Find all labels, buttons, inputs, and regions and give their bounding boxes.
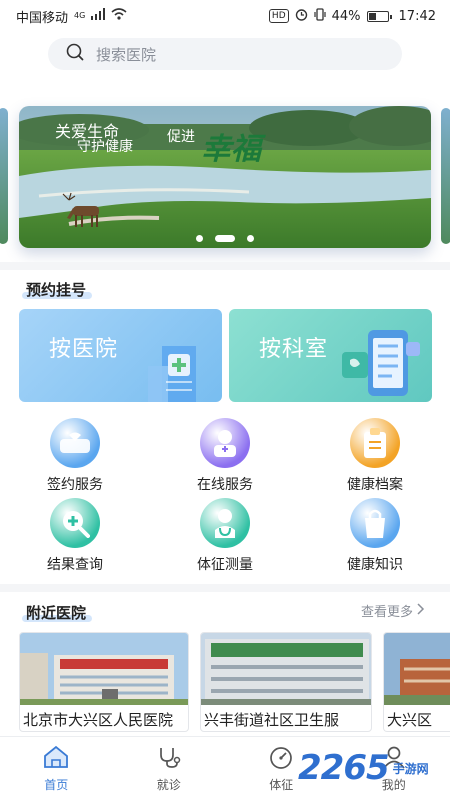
banner-prev-peek[interactable] [0, 108, 8, 244]
carrier-label: 中国移动 [16, 10, 69, 26]
carousel-dot[interactable] [247, 235, 254, 242]
status-bar: 中国移动 4G HD 44% 17:42 [0, 0, 450, 32]
by-department-label: 按科室 [259, 337, 329, 362]
hospital-card[interactable]: 北京市大兴区人民医院 [19, 632, 189, 732]
by-department-card[interactable]: 按科室 [229, 309, 432, 402]
search-placeholder: 搜索医院 [96, 45, 157, 64]
by-hospital-card[interactable]: 按医院 [19, 309, 222, 402]
section-divider [0, 262, 450, 270]
watermark-number: 2265 [298, 748, 390, 788]
search-icon [66, 43, 84, 65]
wifi-icon [111, 8, 127, 24]
banner-next-peek[interactable] [441, 108, 450, 244]
clipboard-icon [350, 418, 400, 468]
battery-percent: 44% [331, 8, 361, 24]
search-plus-icon [50, 498, 100, 548]
watermark-text: 手游网 [392, 761, 429, 776]
stethoscope-doctor-icon [200, 498, 250, 548]
network-label: 4G [74, 10, 86, 20]
carousel-dot[interactable] [196, 235, 203, 242]
banner-text-4: 幸福 [201, 132, 261, 167]
service-vital-signs[interactable]: 体征测量 [170, 498, 280, 578]
hd-badge: HD [268, 9, 289, 23]
hospital-photo [201, 633, 371, 705]
service-label: 健康档案 [347, 477, 403, 493]
handshake-icon [50, 418, 100, 468]
service-health-record[interactable]: 健康档案 [320, 418, 430, 498]
service-health-knowledge[interactable]: 健康知识 [320, 498, 430, 578]
section-divider [0, 584, 450, 592]
banner-text-2: 守护健康 [77, 139, 133, 155]
gauge-icon [268, 745, 294, 773]
bag-icon [350, 498, 400, 548]
view-more-label: 查看更多 [361, 605, 414, 620]
tab-label: 就诊 [156, 778, 181, 792]
service-label: 结果查询 [47, 557, 103, 573]
service-sign[interactable]: 签约服务 [20, 418, 130, 498]
appointment-title: 预约挂号 [21, 281, 93, 299]
banner-slide[interactable]: 关爱生命 守护健康 促进 幸福 [19, 106, 431, 248]
hospital-photo [384, 633, 450, 705]
carousel-dot-active[interactable] [215, 235, 235, 242]
home-icon [43, 745, 69, 773]
carousel-dots[interactable] [19, 235, 431, 242]
service-label: 签约服务 [47, 477, 103, 493]
banner-carousel[interactable]: 关爱生命 守护健康 促进 幸福 [0, 98, 450, 258]
view-more-link[interactable]: 查看更多 [361, 601, 425, 620]
hospital-name: 兴丰街道社区卫生服 [204, 711, 340, 729]
tab-label: 体征 [269, 778, 294, 792]
clock: 17:42 [398, 8, 436, 24]
by-hospital-label: 按医院 [49, 337, 119, 362]
battery-icon [366, 10, 392, 22]
service-label: 在线服务 [197, 477, 253, 493]
banner-text-3: 促进 [167, 129, 195, 145]
service-result-query[interactable]: 结果查询 [20, 498, 130, 578]
hospital-photo [20, 633, 188, 705]
nearby-title: 附近医院 [21, 604, 93, 622]
building-icon [148, 346, 196, 402]
service-label: 健康知识 [347, 557, 403, 573]
online-doctor-icon [200, 418, 250, 468]
service-online[interactable]: 在线服务 [170, 418, 280, 498]
search-bar[interactable]: 搜索医院 [48, 38, 402, 70]
tab-label: 首页 [44, 778, 69, 792]
tab-visit[interactable]: 就诊 [113, 737, 226, 800]
hospital-card[interactable]: 大兴区 [383, 632, 450, 732]
hospital-card[interactable]: 兴丰街道社区卫生服 [200, 632, 372, 732]
hospital-name: 北京市大兴区人民医院 [23, 711, 174, 729]
chevron-right-icon [417, 602, 425, 619]
phone-list-icon [342, 330, 420, 396]
vibrate-icon [314, 7, 326, 25]
stethoscope-icon [156, 745, 182, 773]
alarm-icon [295, 8, 308, 25]
service-label: 体征测量 [197, 557, 253, 573]
site-watermark: 2265 手游网 [298, 748, 429, 788]
tab-home[interactable]: 首页 [0, 737, 113, 800]
hospital-name: 大兴区 [387, 711, 433, 729]
signal-icon [91, 8, 106, 24]
